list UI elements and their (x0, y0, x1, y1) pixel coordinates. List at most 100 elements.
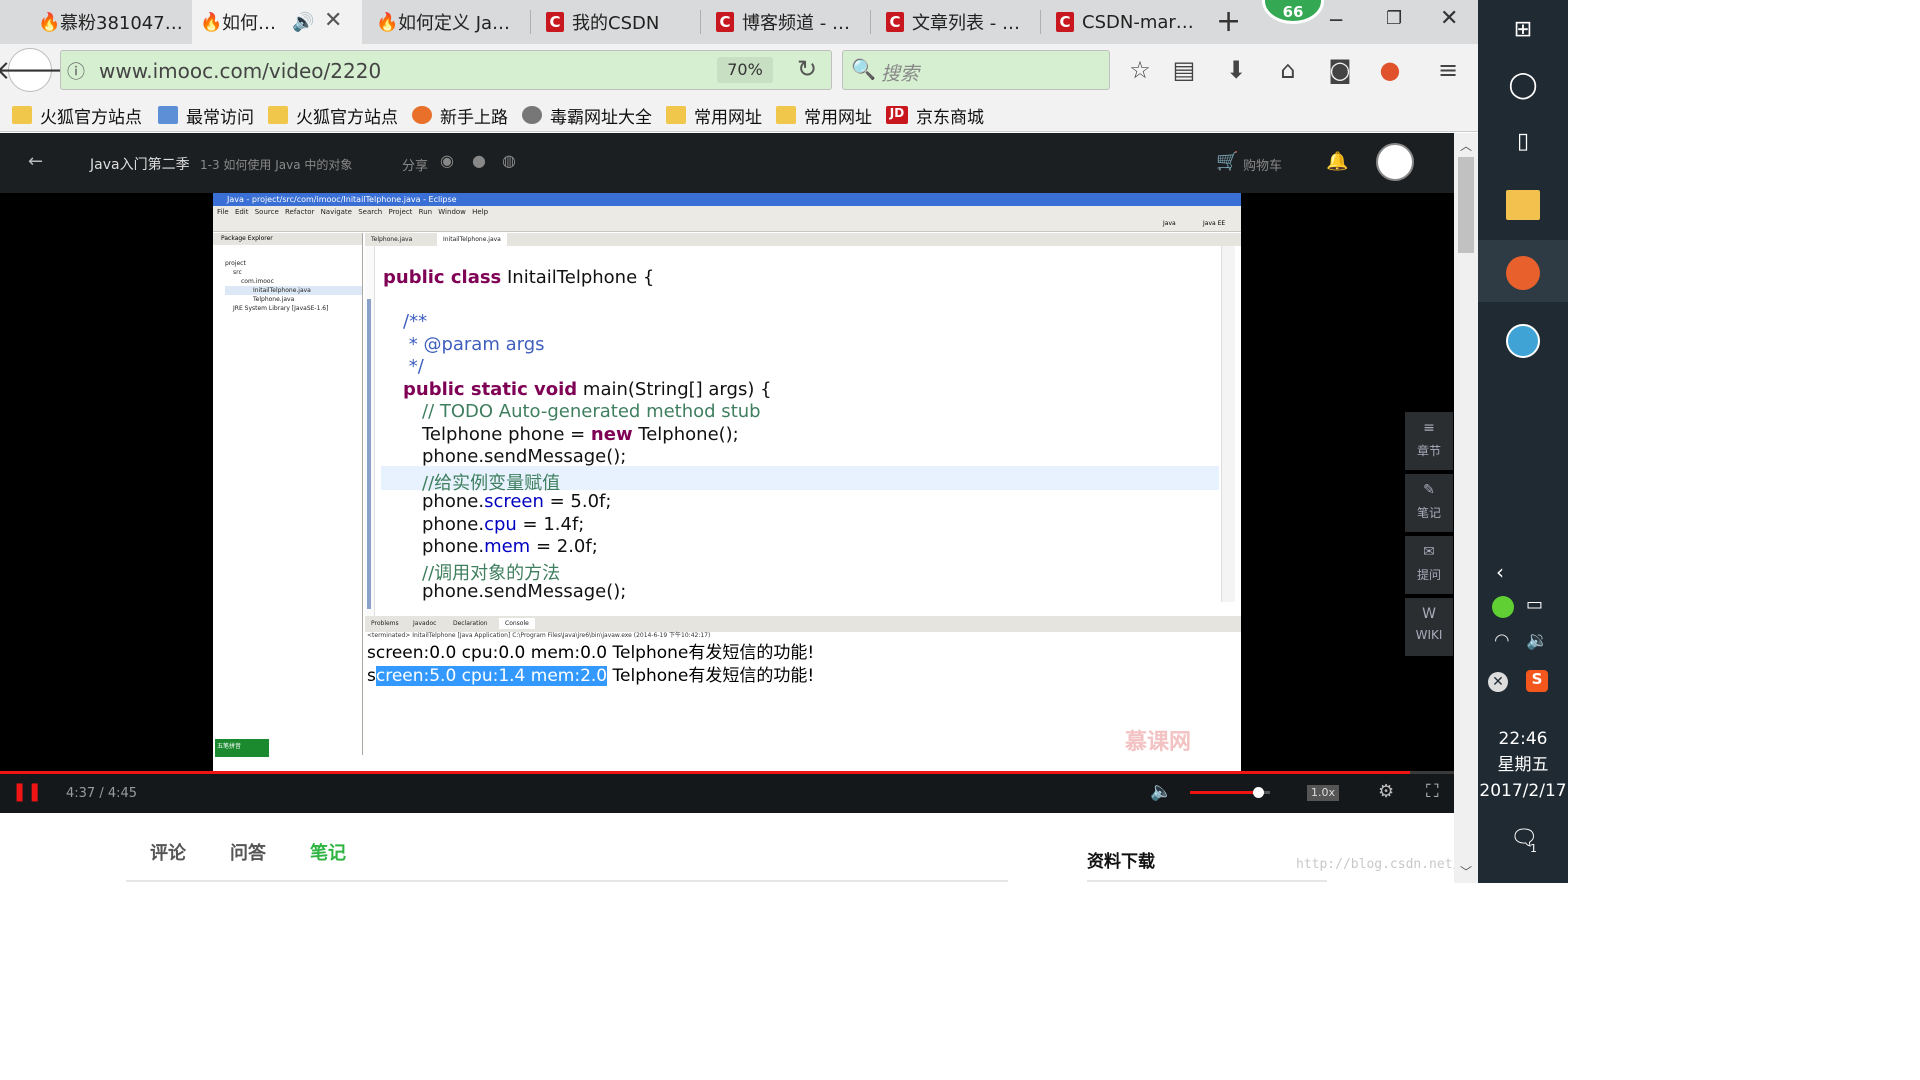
tray-app-icon[interactable] (1492, 596, 1514, 618)
fold-bar (367, 299, 371, 609)
bookmark-item[interactable]: 新手上路 (412, 102, 508, 128)
bookmark-item[interactable]: 火狐官方站点 (12, 102, 142, 128)
home-icon[interactable]: ⌂ (1270, 52, 1306, 88)
close-circle-icon[interactable]: ✕ (1488, 672, 1508, 692)
scroll-down-icon[interactable]: ﹀ (1460, 863, 1472, 880)
tab-4[interactable]: C 我的CSDN (538, 0, 698, 44)
settings-gear-icon[interactable]: ⚙ (1378, 781, 1394, 802)
firefox-icon (412, 106, 432, 124)
course-title[interactable]: Java入门第二季 (90, 154, 190, 174)
pause-icon[interactable]: ❚❚ (12, 781, 42, 802)
tab-5[interactable]: C 博客频道 - … (708, 0, 868, 44)
zoom-indicator[interactable]: 70% (717, 57, 773, 83)
file-explorer-icon[interactable] (1506, 190, 1540, 220)
chapters-icon: ≡ (1423, 420, 1435, 436)
csdn-icon: C (546, 12, 564, 32)
bookmark-label: 常用网址 (804, 107, 872, 128)
pencil-icon: ✎ (1423, 482, 1435, 498)
bookmark-item[interactable]: JD 京东商城 (886, 102, 984, 128)
tab-comments[interactable]: 评论 (150, 839, 186, 865)
cortana-icon[interactable]: ◯ (1504, 66, 1542, 104)
notes-button[interactable]: ✎ 笔记 (1405, 474, 1453, 532)
cart-icon[interactable]: 🛒 (1216, 151, 1238, 172)
new-tab-button[interactable]: + (1216, 4, 1241, 39)
cart-label[interactable]: 购物车 (1243, 155, 1282, 174)
reading-list-icon[interactable]: ▤ (1166, 52, 1202, 88)
bookmark-item[interactable]: 最常访问 (158, 102, 254, 128)
search-bar[interactable]: 🔍 搜索 (842, 50, 1110, 90)
bookmark-label: 最常访问 (186, 107, 254, 128)
tab-2-active[interactable]: 🔥 如何… 🔊 ✕ (192, 0, 362, 44)
wiki-button[interactable]: W WIKI (1405, 598, 1453, 656)
tab-qa[interactable]: 问答 (230, 839, 266, 865)
volume-track[interactable] (1190, 787, 1270, 798)
bookmark-item[interactable]: 常用网址 (666, 102, 762, 128)
progress-track[interactable] (0, 771, 1454, 774)
windows-taskbar: ⊞ ◯ ▯ ‹ ▭ ◠ 🔉 ✕ S 22:46 星期五 2017/2/17 🗨 … (1478, 0, 1568, 883)
battery-icon[interactable]: ▭ (1526, 594, 1543, 615)
fullscreen-icon[interactable]: ⛶ (1426, 781, 1439, 802)
qq-icon[interactable]: ● (472, 151, 486, 170)
wiki-label: WIKI (1415, 628, 1443, 642)
speed-badge[interactable]: 66 (1262, 0, 1324, 24)
qq-taskbar-icon[interactable] (1506, 324, 1540, 358)
editor-scrollbar[interactable] (1221, 246, 1235, 602)
bookmark-star-icon[interactable]: ☆ (1122, 52, 1158, 88)
pocket-icon[interactable]: ◙ (1322, 52, 1358, 88)
reload-icon[interactable]: ↻ (797, 55, 817, 83)
tab-1[interactable]: 🔥 慕粉381047… (30, 0, 190, 44)
weibo-icon[interactable]: ◍ (502, 151, 516, 170)
page-scrollbar[interactable]: ︿ ﹀ (1454, 133, 1478, 883)
speaker-icon[interactable]: 🔊 (292, 12, 314, 33)
chapters-label: 章节 (1416, 444, 1441, 458)
system-clock[interactable]: 22:46 星期五 2017/2/17 (1478, 726, 1568, 804)
extension-icon[interactable]: ● (1372, 52, 1408, 88)
bell-icon[interactable]: 🔔 (1326, 151, 1348, 172)
volume-knob[interactable] (1253, 787, 1264, 798)
tab-7[interactable]: C CSDN-mar… (1048, 0, 1208, 44)
browser-tab-bar: 🔥 慕粉381047… 🔥 如何… 🔊 ✕ 🔥 如何定义 Ja… C 我的CSD… (0, 0, 1478, 44)
speed-button[interactable]: 1.0x (1307, 785, 1339, 801)
wifi-icon[interactable]: ◠ (1494, 630, 1510, 651)
sogou-icon[interactable]: S (1526, 670, 1548, 692)
chapters-button[interactable]: ≡ 章节 (1405, 412, 1453, 470)
volume-icon[interactable]: 🔈 (1150, 781, 1172, 802)
menu-icon[interactable]: ≡ (1430, 52, 1466, 88)
url-bar[interactable]: ⓘ www.imooc.com/video/2220 70% ↻ (60, 50, 832, 90)
close-window-button[interactable]: ✕ (1440, 6, 1458, 31)
info-icon[interactable]: ⓘ (67, 58, 85, 84)
bookmark-item[interactable]: 常用网址 (776, 102, 872, 128)
task-view-icon[interactable]: ▯ (1504, 122, 1542, 160)
tab-separator (870, 10, 871, 34)
tab-6[interactable]: C 文章列表 - … (878, 0, 1038, 44)
most-visited-icon (158, 106, 178, 124)
back-arrow-icon[interactable]: ← (28, 151, 43, 172)
minimize-button[interactable]: ─ (1330, 8, 1342, 32)
bookmark-item[interactable]: 火狐官方站点 (268, 102, 398, 128)
tab-notes[interactable]: 笔记 (310, 839, 346, 865)
code-line: phone.sendMessage(); (422, 446, 627, 467)
firefox-taskbar-icon[interactable] (1506, 256, 1540, 290)
scroll-up-icon[interactable]: ︿ (1460, 137, 1472, 154)
question-button[interactable]: ✉ 提问 (1405, 536, 1453, 594)
bookmark-item[interactable]: 毒霸网址大全 (522, 102, 652, 128)
volume-tray-icon[interactable]: 🔉 (1526, 630, 1548, 651)
javadoc-param: * @param args (403, 334, 545, 355)
windows-start-icon[interactable]: ⊞ (1504, 10, 1542, 48)
url-text[interactable]: www.imooc.com/video/2220 (99, 59, 381, 83)
tab-3[interactable]: 🔥 如何定义 Ja… (368, 0, 528, 44)
eclipse-toolbar: Java Java EE (213, 218, 1241, 232)
close-tab-icon[interactable]: ✕ (324, 8, 342, 33)
back-button[interactable]: 🡐 (0, 48, 65, 92)
progress-fill (0, 771, 1411, 774)
folder-icon (776, 106, 796, 124)
wechat-icon[interactable]: ◉ (440, 151, 454, 170)
view-tab: Declaration (453, 620, 488, 627)
avatar[interactable] (1376, 143, 1414, 181)
notification-count: 1 (1530, 842, 1537, 855)
restore-button[interactable]: ❐ (1386, 8, 1402, 29)
download-icon[interactable]: ⬇ (1218, 52, 1254, 88)
scroll-thumb[interactable] (1458, 157, 1474, 253)
tray-expand-icon[interactable]: ‹ (1496, 560, 1504, 584)
bookmark-label: 京东商城 (916, 107, 984, 128)
